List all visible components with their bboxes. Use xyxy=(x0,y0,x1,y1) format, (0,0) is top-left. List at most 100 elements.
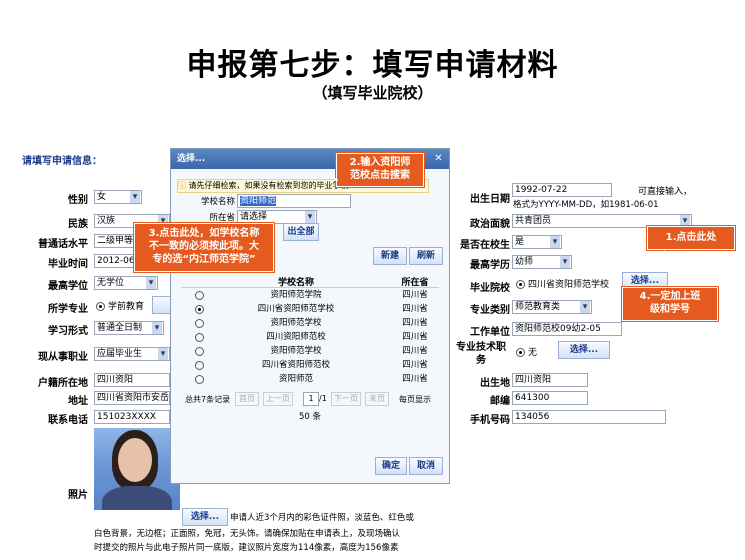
table-row[interactable]: 四川省资阳师范校 四川省 xyxy=(181,359,439,371)
row-province: 四川省 xyxy=(402,318,428,328)
birth-input[interactable]: 1992-07-22 xyxy=(512,183,612,197)
radio-icon xyxy=(96,302,105,311)
table-row[interactable]: 资阳师范学院 四川省 xyxy=(181,289,439,301)
mobile-input[interactable]: 134056 xyxy=(512,410,666,424)
callout-step-4: 4.一定加上班 级和学号 xyxy=(622,287,718,321)
last-page-button[interactable]: 末页 xyxy=(365,392,389,406)
region-label: 所在省 xyxy=(209,213,235,223)
row-radio[interactable] xyxy=(195,361,204,370)
mobile-label: 手机号码 xyxy=(470,415,510,426)
inschool-label: 是否在校生 xyxy=(460,240,510,251)
study-form-value: 普通全日制 xyxy=(97,323,143,333)
callout-step-2: 2.输入资阳师 范校点击搜索 xyxy=(336,153,424,187)
next-page-button[interactable]: 下一页 xyxy=(331,392,361,406)
gender-value: 女 xyxy=(97,192,107,202)
degree-select[interactable]: 无学位 xyxy=(94,276,158,290)
education-label: 最高学历 xyxy=(470,260,510,271)
political-label: 政治面貌 xyxy=(470,219,510,230)
page-input[interactable]: 1 xyxy=(303,392,319,406)
row-radio[interactable] xyxy=(195,305,204,314)
row-radio[interactable] xyxy=(195,319,204,328)
row-province: 四川省 xyxy=(402,290,428,300)
page-title: 申报第七步：填写申请材料 xyxy=(186,48,559,83)
study-form-select[interactable]: 普通全日制 xyxy=(94,321,164,335)
table-row[interactable]: 四川资阳师范校 四川省 xyxy=(181,331,439,343)
page-size[interactable]: 50 条 xyxy=(299,410,321,422)
major-type-label: 专业类别 xyxy=(470,305,510,316)
row-radio[interactable] xyxy=(195,347,204,356)
row-school: 四川省资阳师范校 xyxy=(261,360,330,370)
birth-hint-2: 格式为YYYY-MM-DD，如1981-06-01 xyxy=(513,200,659,210)
row-school: 资阳师范学院 xyxy=(270,290,322,300)
household-input[interactable]: 四川资阳 xyxy=(94,373,170,387)
zip-input[interactable]: 641300 xyxy=(512,391,588,405)
degree-value: 无学位 xyxy=(97,278,125,288)
ethnicity-label: 民族 xyxy=(68,219,88,230)
ok-button[interactable]: 确定 xyxy=(375,457,407,475)
birth-hint-1: 可直接输入， xyxy=(638,187,693,197)
mandarin-label: 普通话水平 xyxy=(38,239,88,250)
school-radio[interactable]: 四川省资阳师范学校 xyxy=(516,277,609,290)
phone-label: 联系电话 xyxy=(48,415,88,426)
title-select-button[interactable]: 选择... xyxy=(558,341,610,359)
grad-time-label: 毕业时间 xyxy=(48,259,88,270)
page-of: /1 xyxy=(319,394,327,403)
callout-4-line2: 级和学号 xyxy=(650,304,690,315)
school-value: 四川省资阳师范学校 xyxy=(528,280,610,290)
arrow-icon xyxy=(654,250,666,264)
page-subtitle: （填写毕业院校） xyxy=(312,84,433,102)
row-school: 四川省资阳师范学校 xyxy=(257,304,335,314)
birthplace-label: 出生地 xyxy=(480,378,510,389)
page-size-unit: 条 xyxy=(312,412,322,422)
photo-select-button[interactable]: 选择... xyxy=(182,508,228,526)
gender-select[interactable]: 女 xyxy=(94,190,142,204)
address-input[interactable]: 四川省资阳市安岳县 xyxy=(94,391,170,405)
table-row[interactable]: 资阳师范学校 四川省 xyxy=(181,345,439,357)
callout-4-line1: 4.一定加上班 xyxy=(639,291,701,302)
row-province: 四川省 xyxy=(402,374,428,384)
occupation-select[interactable]: 应届毕业生 xyxy=(94,347,170,361)
first-page-button[interactable]: 首页 xyxy=(235,392,259,406)
col-province: 所在省 xyxy=(401,278,429,288)
applicant-photo xyxy=(94,428,180,510)
mandarin-value: 二级甲等 xyxy=(97,236,134,246)
row-radio[interactable] xyxy=(195,375,204,384)
title-radio[interactable]: 无 xyxy=(516,345,537,358)
page-size-value: 50 xyxy=(299,412,310,422)
degree-label: 最高学位 xyxy=(48,281,88,292)
show-all-button[interactable]: 出全部 xyxy=(283,223,319,241)
major-label: 所学专业 xyxy=(48,304,88,315)
callout-3-line1: 3.点击此处，如学校名称 xyxy=(148,228,260,239)
new-button[interactable]: 新建 xyxy=(373,247,407,265)
row-school: 资阳师范 xyxy=(278,374,313,384)
row-radio[interactable] xyxy=(195,333,204,342)
record-total: 总共7条记录 xyxy=(185,395,231,404)
major-select-button[interactable] xyxy=(152,296,172,314)
work-input[interactable]: 资阳师范校09幼2-05 xyxy=(512,322,622,336)
row-radio[interactable] xyxy=(195,291,204,300)
school-name-input[interactable]: 资阳师范 xyxy=(237,194,351,208)
refresh-button[interactable]: 刷新 xyxy=(409,247,443,265)
region-select[interactable]: 请选择 xyxy=(237,210,317,224)
callout-2-line2: 范校点击搜索 xyxy=(350,170,410,181)
education-select[interactable]: 幼师 xyxy=(512,255,572,269)
inschool-select[interactable]: 是 xyxy=(512,235,562,249)
occupation-label: 现从事职业 xyxy=(38,352,88,363)
photo-label: 照片 xyxy=(68,490,88,501)
cancel-button[interactable]: 取消 xyxy=(409,457,443,475)
close-icon[interactable]: ✕ xyxy=(432,152,445,165)
table-row[interactable]: 资阳师范学校 四川省 xyxy=(181,317,439,329)
row-province: 四川省 xyxy=(402,346,428,356)
table-row[interactable]: 资阳师范 四川省 xyxy=(181,373,439,385)
table-row[interactable]: 四川省资阳师范学校 四川省 xyxy=(181,303,439,315)
major-type-select[interactable]: 师范教育类 xyxy=(512,300,592,314)
household-label: 户籍所在地 xyxy=(38,378,88,389)
prev-page-button[interactable]: 上一页 xyxy=(263,392,293,406)
address-label: 地址 xyxy=(68,396,88,407)
dialog-note-text: 请先仔细检索，如果没有检索到您的毕业学校 xyxy=(188,181,349,190)
political-value: 共青团员 xyxy=(515,216,552,226)
phone-input[interactable]: 151023XXXX xyxy=(94,410,170,424)
birthplace-input[interactable]: 四川资阳 xyxy=(512,373,588,387)
major-radio[interactable]: 学前教育 xyxy=(96,299,144,312)
photo-desc-1: 申请人近3个月内的彩色证件照，淡蓝色、红色或 xyxy=(230,513,414,523)
